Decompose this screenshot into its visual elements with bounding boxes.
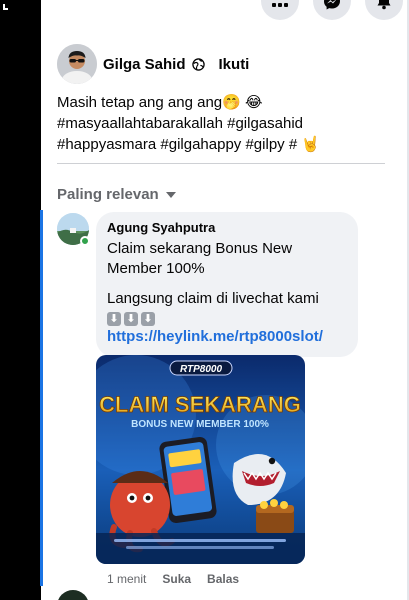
author-avatar[interactable] [57, 44, 97, 84]
messenger-button[interactable] [313, 0, 351, 20]
down-arrow-icon: ⬇ [141, 312, 155, 326]
caret-down-icon [165, 191, 176, 198]
post-caption: Masih tetap ang ang ang🤭 😂 #masyaallahta… [57, 92, 387, 155]
menu-button[interactable] [261, 0, 299, 20]
author-photo-icon [57, 44, 97, 84]
caption-line-2[interactable]: #masyaallahtabarakallah #gilgasahid [57, 113, 387, 134]
online-status-dot [80, 236, 90, 246]
messenger-icon [324, 0, 340, 10]
comment-line-1: Claim sekarang Bonus New Member 100% [107, 240, 293, 277]
emoji-rock-hand: 🤘 [301, 136, 321, 153]
promo-logo: RTP8000 [180, 364, 223, 375]
commenter-name[interactable]: Agung Syahputra [107, 220, 346, 235]
comment-time[interactable]: 1 menit [107, 572, 146, 586]
left-edge-panel [0, 0, 41, 600]
globe-icon [191, 57, 205, 71]
like-button[interactable]: Suka [162, 572, 191, 586]
caption-line-1: Masih tetap ang ang ang🤭 😂 [57, 94, 263, 111]
caption-line-3[interactable]: #happyasmara #gilgahappy #gilpy # 🤘 [57, 134, 387, 155]
comment-link[interactable]: https://heylink.me/rtp8000slot/ [107, 327, 346, 347]
comment-bubble: Agung Syahputra Claim sekarang Bonus New… [96, 212, 358, 357]
reply-button[interactable]: Balas [207, 572, 239, 586]
notifications-icon [377, 0, 391, 10]
promo-banner-image: RTP8000 CLAIM SEKARANG BONUS NEW MEMBER … [96, 355, 305, 564]
next-commenter-avatar[interactable] [57, 590, 89, 600]
comment-image[interactable]: RTP8000 CLAIM SEKARANG BONUS NEW MEMBER … [96, 355, 305, 564]
arrow-emojis: ⬇ ⬇ ⬇ [107, 312, 346, 326]
down-arrow-icon: ⬇ [107, 312, 121, 326]
comment-sort-dropdown[interactable]: Paling relevan [57, 186, 177, 203]
grid-menu-icon [272, 3, 288, 7]
down-arrow-icon: ⬇ [124, 312, 138, 326]
comment-line-2: Langsung claim di livechat kami [107, 290, 319, 307]
sort-label: Paling relevan [57, 186, 159, 203]
notifications-button[interactable] [365, 0, 403, 20]
comment-text: Claim sekarang Bonus New Member 100% Lan… [107, 239, 346, 347]
emoji-laughing: 🤭 😂 [222, 94, 263, 111]
author-name[interactable]: Gilga Sahid [103, 56, 186, 73]
thread-highlight-line [40, 210, 43, 586]
promo-subline: BONUS NEW MEMBER 100% [131, 419, 269, 430]
edge-mark [3, 4, 8, 10]
follow-button[interactable]: Ikuti [219, 56, 250, 73]
comment-actions: 1 menit Suka Balas [107, 572, 239, 586]
post-header: Gilga Sahid Ikuti [57, 44, 249, 84]
top-navigation-icons [261, 0, 403, 20]
divider [57, 163, 385, 164]
promo-headline: CLAIM SEKARANG [99, 392, 301, 417]
